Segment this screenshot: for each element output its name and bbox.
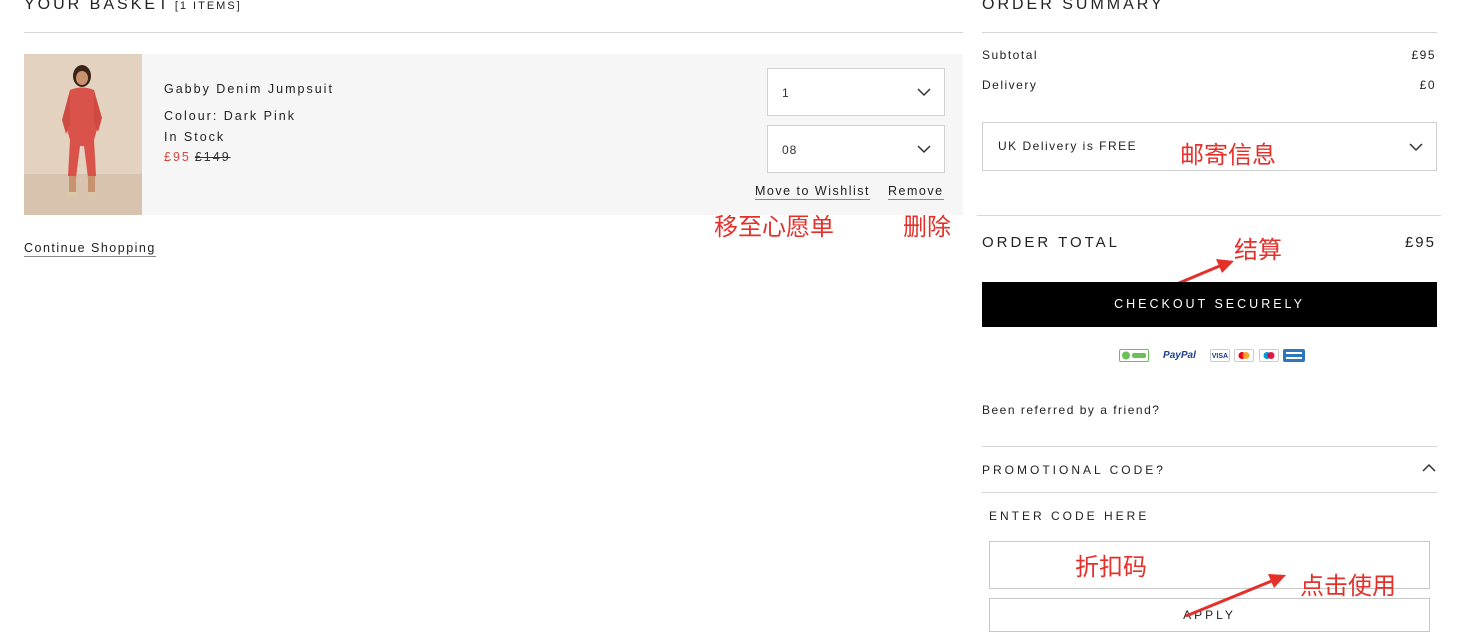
basket-title-text: YOUR BASKET [24,0,171,13]
chevron-down-icon [917,88,931,97]
chevron-down-icon [1409,143,1423,152]
paypal-label: PayPal [1163,350,1196,362]
product-price: £95 £149 [164,150,231,164]
paypal-icon: PayPal [1153,349,1205,362]
annotation-click-to-use: 点击使用 [1300,572,1396,600]
referred-by-friend-link[interactable]: Been referred by a friend? [982,403,1160,417]
order-summary-title: ORDER SUMMARY [982,0,1165,13]
amex-icon [1283,349,1306,363]
product-image[interactable] [24,54,142,215]
delivery-label: Delivery [982,78,1038,92]
promo-divider-top [982,446,1437,447]
subtotal-label: Subtotal [982,48,1039,62]
clearpay-icon [1119,349,1149,363]
basket-item-count: [1 ITEMS] [174,0,242,12]
promo-divider-bottom [982,492,1437,493]
move-to-wishlist-link[interactable]: Move to Wishlist [755,184,870,200]
remove-link[interactable]: Remove [888,184,944,200]
enter-code-label: ENTER CODE HERE [989,509,1150,523]
size-select[interactable]: 08 [767,125,945,173]
basket-title: YOUR BASKET [1 ITEMS] [24,0,242,14]
product-photo-illustration [24,54,142,215]
delivery-value: £0 [1419,78,1436,92]
product-colour: Colour: Dark Pink [164,109,296,123]
quantity-select[interactable]: 1 [767,68,945,116]
continue-shopping-link[interactable]: Continue Shopping [24,241,156,257]
visa-icon: VISA [1209,349,1230,363]
visa-label: VISA [1211,353,1229,361]
chevron-down-icon [917,145,931,154]
chevron-up-icon[interactable] [1421,460,1437,476]
annotation-move-to-wishlist: 移至心愿单 [714,213,834,241]
order-total-label: ORDER TOTAL [982,234,1121,251]
product-name[interactable]: Gabby Denim Jumpsuit [164,82,334,96]
price-current: £95 [164,150,191,164]
stock-status: In Stock [164,130,226,144]
maestro-icon [1258,349,1279,363]
annotation-delivery-info: 邮寄信息 [1180,141,1276,169]
total-divider [977,215,1441,216]
mastercard-icon [1234,349,1255,363]
promotional-code-toggle[interactable]: PROMOTIONAL CODE? [982,463,1166,477]
subtotal-value: £95 [1411,48,1436,62]
arrow-icon [1185,574,1286,618]
size-value: 08 [782,143,798,157]
payment-methods: PayPal VISA [1119,347,1306,367]
price-original: £149 [194,150,231,164]
annotation-promo-code: 折扣码 [1075,553,1147,581]
summary-divider [982,32,1437,33]
basket-divider [24,32,963,33]
quantity-value: 1 [782,86,790,100]
annotation-checkout: 结算 [1234,236,1282,264]
delivery-option-value: UK Delivery is FREE [998,139,1138,153]
annotation-delete: 删除 [903,213,951,241]
order-total-value: £95 [1404,234,1436,251]
checkout-securely-button[interactable]: CHECKOUT SECURELY [982,282,1437,327]
